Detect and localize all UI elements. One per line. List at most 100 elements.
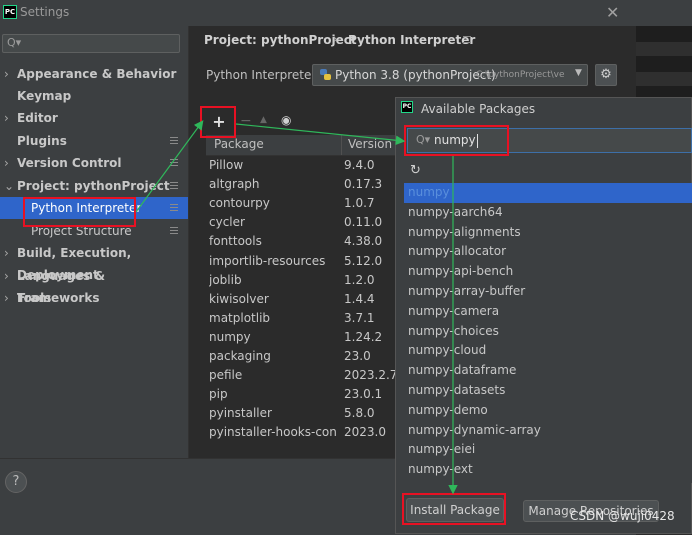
remove-package-button[interactable]: −: [240, 113, 252, 129]
package-version: 23.0.1: [344, 387, 383, 402]
package-name: importlib-resources: [209, 253, 326, 268]
list-item[interactable]: numpy-api-bench: [404, 262, 692, 282]
table-row[interactable]: pyinstaller 5.8.0: [209, 404, 394, 424]
chevron-right-icon: ›: [4, 156, 9, 170]
help-button[interactable]: ?: [5, 471, 27, 493]
available-package-name: numpy-choices: [408, 323, 499, 338]
available-package-name: numpy-api-bench: [408, 264, 514, 279]
list-item[interactable]: numpy-alignments: [404, 223, 692, 243]
project-scope-icon: [170, 182, 178, 189]
package-version: 1.4.4: [344, 291, 375, 306]
list-item[interactable]: numpy-choices: [404, 322, 692, 342]
package-name: matplotlib: [209, 310, 271, 325]
list-item[interactable]: numpy-aarch64: [404, 203, 692, 223]
available-package-name: numpy-camera: [408, 303, 500, 318]
sidebar-item-label: Project: pythonProject: [17, 179, 170, 193]
show-early-releases-icon[interactable]: ◉: [281, 113, 291, 127]
available-packages-list: numpy numpy-aarch64 numpy-alignments numpy-…: [404, 183, 692, 483]
package-name: pefile: [209, 368, 243, 383]
package-version: 0.17.3: [344, 177, 383, 192]
package-version: 4.38.0: [344, 234, 383, 249]
list-item[interactable]: numpy-allocator: [404, 242, 692, 262]
watermark: CSDN @wuji0428: [570, 509, 675, 523]
table-row[interactable]: altgraph 0.17.3: [209, 175, 394, 195]
table-row[interactable]: packaging 23.0: [209, 347, 394, 367]
package-name: cycler: [209, 215, 245, 230]
package-version: 0.11.0: [344, 215, 383, 230]
table-row[interactable]: contourpy 1.0.7: [209, 194, 394, 214]
breadcrumb-page: Python Interpreter: [348, 33, 476, 47]
sidebar-item[interactable]: Plugins: [0, 130, 188, 152]
sidebar-item-label: Version Control: [17, 156, 122, 170]
package-version: 2023.0: [344, 425, 386, 440]
list-item[interactable]: numpy-ext: [404, 460, 692, 480]
list-item[interactable]: numpy-eiei: [404, 440, 692, 460]
sidebar-item-label: Appearance & Behavior: [17, 67, 177, 81]
sidebar-item[interactable]: › Tools: [0, 287, 188, 309]
list-item[interactable]: numpy: [404, 183, 692, 203]
table-row[interactable]: joblib 1.2.0: [209, 271, 394, 291]
table-row[interactable]: Pillow 9.4.0: [209, 156, 394, 176]
sidebar-item[interactable]: › Appearance & Behavior: [0, 63, 188, 85]
table-row[interactable]: matplotlib 3.7.1: [209, 309, 394, 329]
list-item[interactable]: numpy-dataframe: [404, 361, 692, 381]
list-item[interactable]: numpy-demo: [404, 401, 692, 421]
available-packages-title: Available Packages: [421, 102, 536, 116]
sidebar-item-label: Plugins: [17, 134, 67, 148]
package-name: pyinstaller-hooks-cont...: [209, 425, 337, 440]
table-row[interactable]: pyinstaller-hooks-cont... 2023.0: [209, 423, 394, 443]
annotation-box-install: [402, 493, 506, 525]
table-row[interactable]: fonttools 4.38.0: [209, 232, 394, 252]
sidebar-item[interactable]: › Editor: [0, 107, 188, 129]
table-row[interactable]: cycler 0.11.0: [209, 213, 394, 233]
sidebar-item[interactable]: ⌄ Project: pythonProject: [0, 175, 188, 197]
table-row[interactable]: importlib-resources 5.12.0: [209, 252, 394, 272]
list-item[interactable]: numpy-dynamic-array: [404, 421, 692, 441]
gear-icon[interactable]: ⚙: [595, 64, 617, 86]
chevron-right-icon: ›: [4, 111, 9, 125]
sidebar-item[interactable]: › Version Control: [0, 152, 188, 174]
package-name: packaging: [209, 349, 271, 363]
chevron-down-icon: ▼: [575, 68, 582, 78]
sidebar-item[interactable]: Keymap: [0, 85, 188, 107]
table-row[interactable]: kiwisolver 1.4.4: [209, 290, 394, 310]
package-name: fonttools: [209, 234, 262, 249]
packages-table-header: Package Version: [206, 135, 396, 156]
package-version: 1.0.7: [344, 196, 375, 211]
table-row[interactable]: pefile 2023.2.7: [209, 366, 397, 386]
column-divider: [341, 135, 342, 155]
app-logo-icon: PC: [3, 5, 17, 19]
available-package-name: numpy-eiei: [408, 442, 476, 457]
sidebar-item[interactable]: › Build, Execution, Deployment: [0, 242, 188, 282]
available-package-name: numpy-demo: [408, 402, 488, 417]
list-item[interactable]: numpy-cloud: [404, 341, 692, 361]
available-package-name: numpy-cloud: [408, 343, 487, 358]
available-package-name: numpy-ext: [408, 462, 473, 477]
interpreter-path: C:\pythonProject\ve: [476, 70, 565, 80]
available-package-name: numpy-aarch64: [408, 204, 503, 219]
project-scope-icon: [170, 159, 178, 166]
available-package-name: numpy-datasets: [408, 383, 506, 397]
interpreter-select[interactable]: Python 3.8 (pythonProject) C:\pythonProj…: [312, 64, 588, 86]
background-window-stripe: [636, 72, 692, 86]
column-header-package[interactable]: Package: [214, 137, 264, 151]
app-logo-icon: PC: [401, 101, 413, 113]
upgrade-package-button[interactable]: ▲: [260, 115, 267, 125]
search-icon: Q▾: [7, 36, 22, 49]
title-bar: [0, 0, 692, 26]
annotation-box-add: [200, 106, 236, 138]
project-scope-icon: [170, 204, 178, 211]
settings-search-input[interactable]: Q▾: [2, 34, 180, 53]
table-row[interactable]: numpy 1.24.2: [209, 328, 394, 348]
package-name: pyinstaller: [209, 406, 272, 421]
list-item[interactable]: numpy-datasets: [404, 381, 692, 401]
column-header-version[interactable]: Version: [348, 137, 392, 151]
python-icon: [320, 69, 331, 80]
sidebar-item[interactable]: › Languages & Frameworks: [0, 265, 188, 305]
close-icon[interactable]: ✕: [606, 3, 619, 22]
table-row[interactable]: pip 23.0.1: [209, 385, 394, 405]
list-item[interactable]: numpy-array-buffer: [404, 282, 692, 302]
refresh-icon[interactable]: ↻: [410, 163, 421, 178]
available-package-name: numpy-alignments: [408, 224, 521, 239]
list-item[interactable]: numpy-camera: [404, 302, 692, 322]
